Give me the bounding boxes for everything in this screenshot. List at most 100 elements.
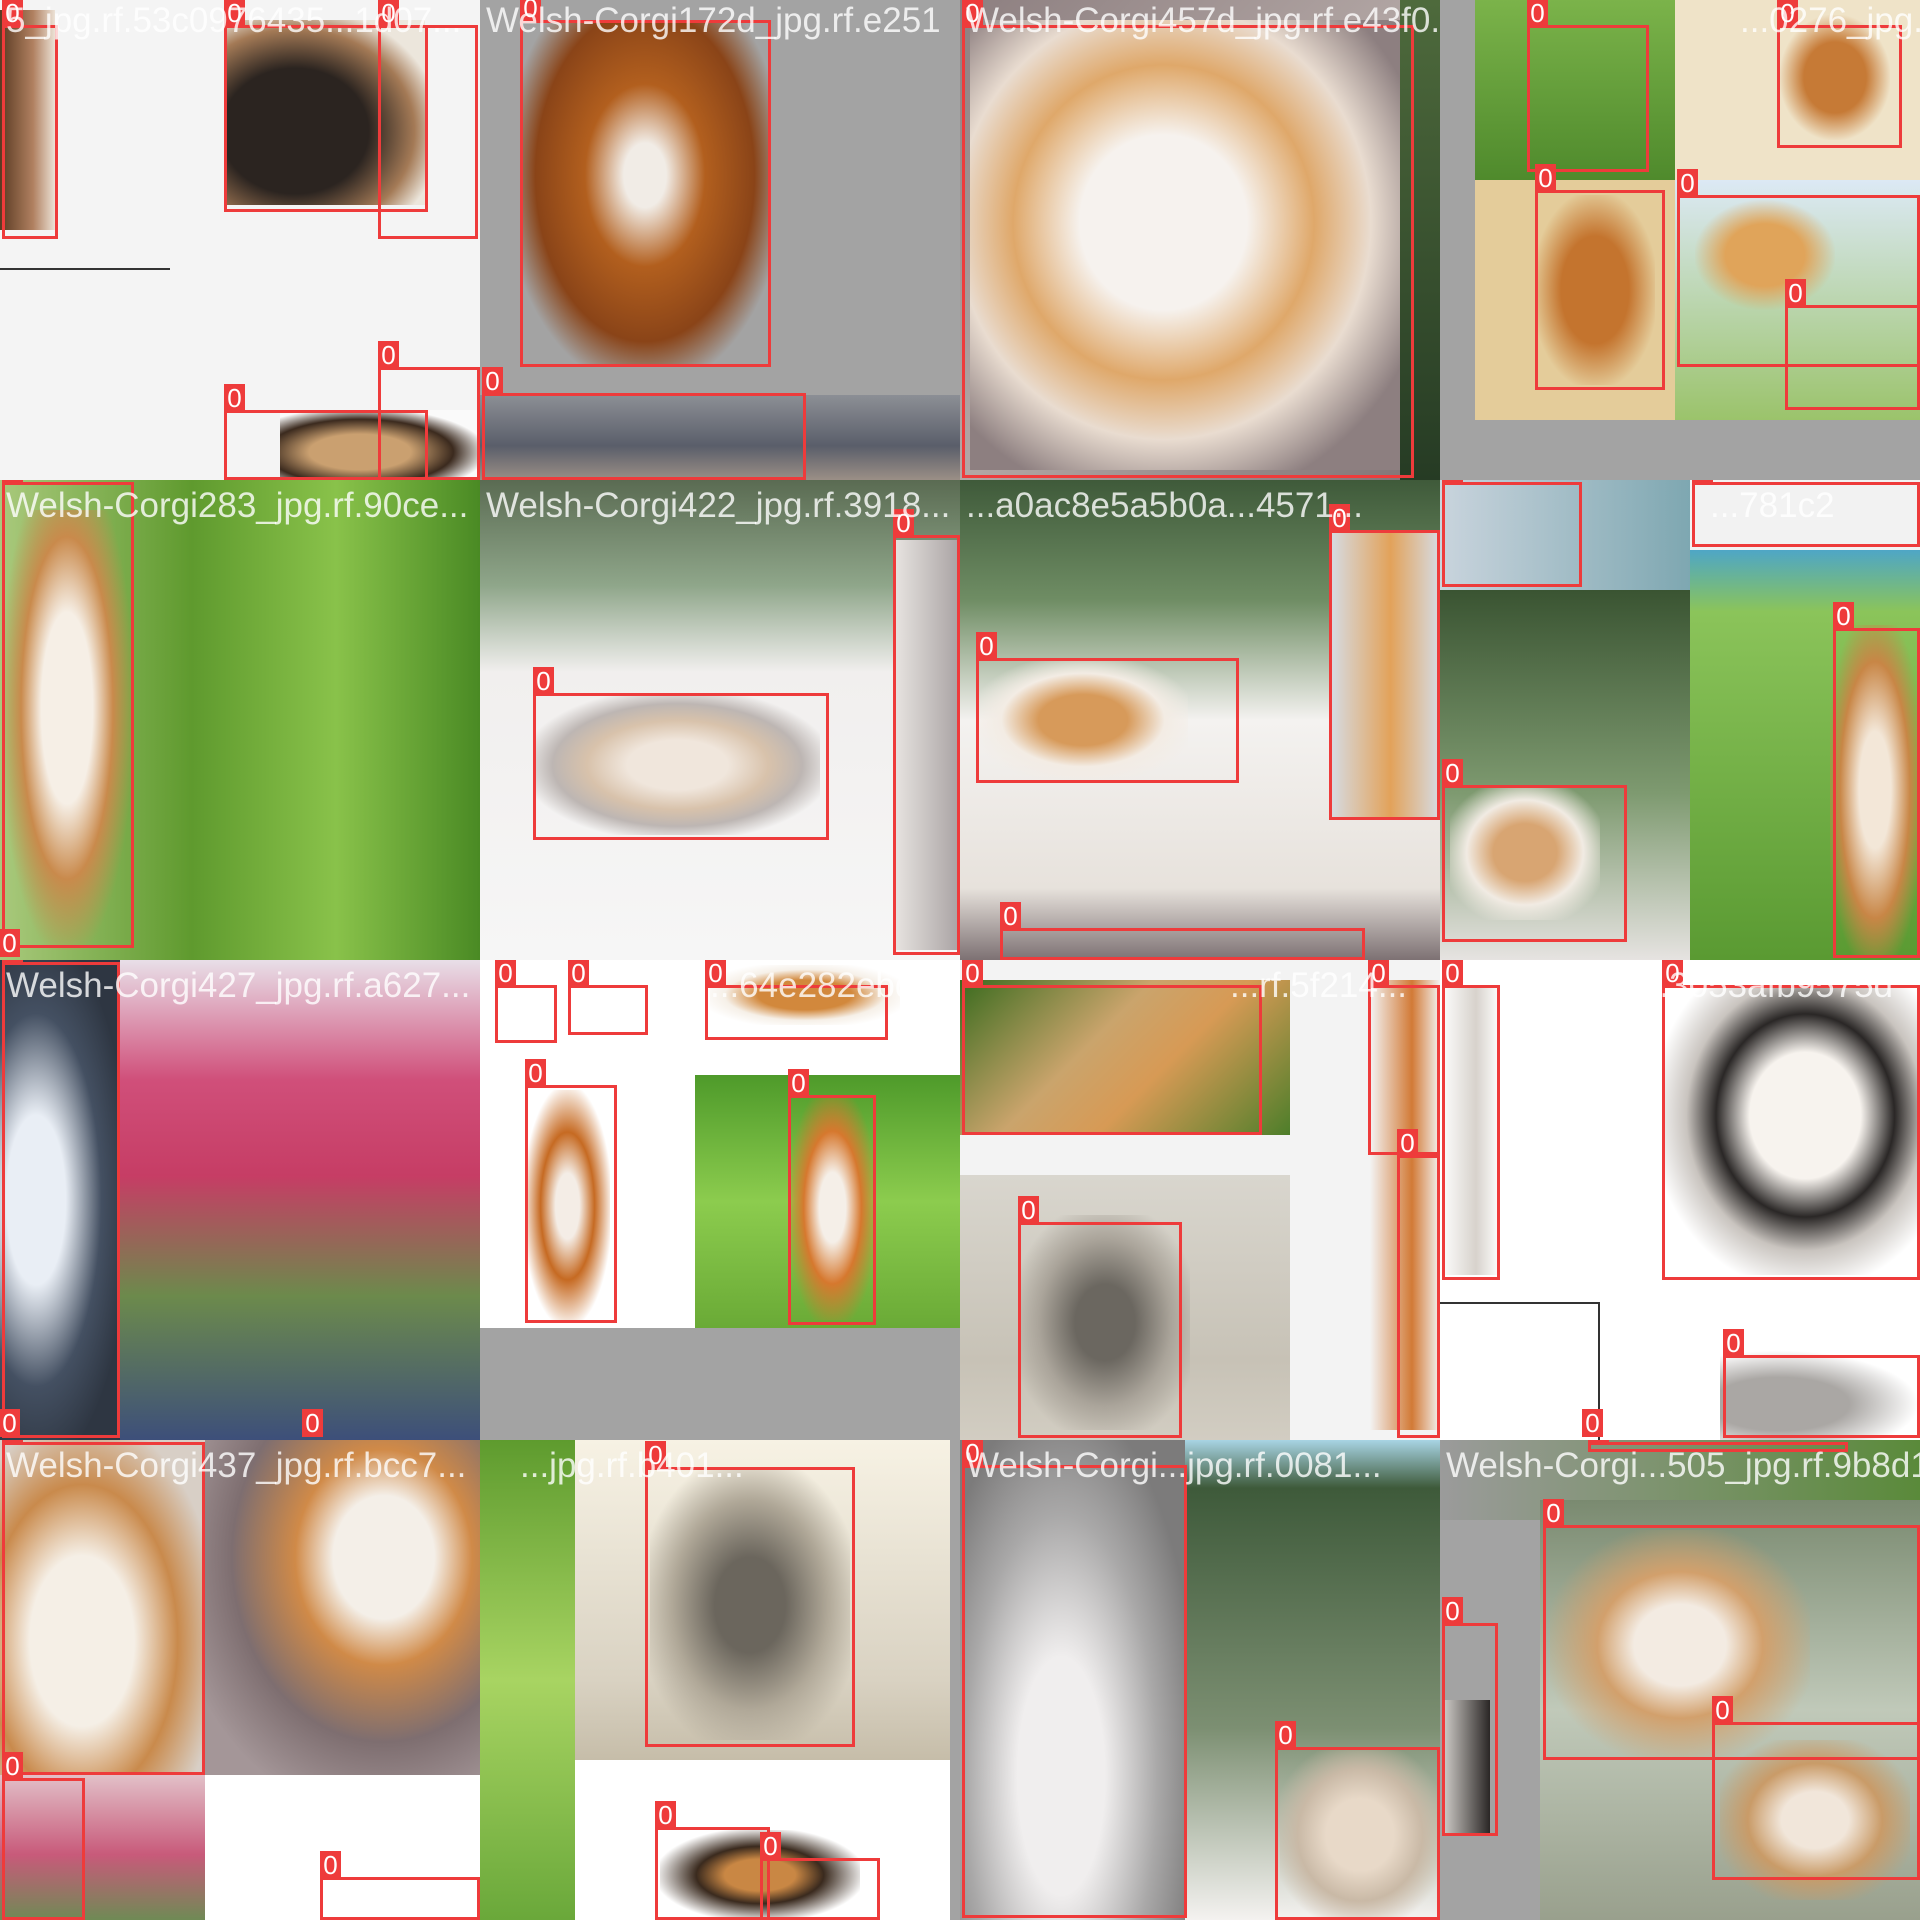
class-label: 0 <box>1723 1329 1744 1357</box>
bounding-box: 0 <box>1785 279 1920 410</box>
bounding-box: 0 <box>1777 0 1902 148</box>
detection-mosaic: 0 0 0 0 0 5_jpg.rf.53c0976435...1d07... … <box>0 0 1920 1920</box>
bounding-box: 0 <box>788 1069 876 1325</box>
class-label: 0 <box>378 0 399 27</box>
bounding-box: 0 <box>378 341 480 480</box>
class-label: 0 <box>533 667 554 695</box>
class-label: 0 <box>893 509 914 537</box>
bounding-box: 0 <box>705 960 888 1040</box>
class-label: 0 <box>962 960 983 987</box>
class-label: 0 <box>495 960 516 987</box>
bounding-box: 0 <box>1442 1597 1498 1836</box>
bounding-box: 0 <box>962 0 1414 478</box>
mosaic-tile: 0 0 0 0 0 0 ...0276_jpg.rf.e1fb6 <box>1440 0 1920 480</box>
class-label: 0 <box>378 341 399 369</box>
mosaic-tile: 0 Welsh-Corgi457d_jpg.rf.e43f0... <box>960 0 1440 480</box>
class-label: 0 <box>0 1409 20 1437</box>
class-label: 0 <box>1275 1721 1296 1749</box>
bounding-box: 0 <box>1000 902 1365 960</box>
class-label: 0 <box>645 1441 666 1469</box>
class-label: 0 <box>1368 960 1389 987</box>
class-label: 0 <box>568 960 589 987</box>
mosaic-tile: 0 0 0 0 0 ...64e282ebd9... <box>480 960 960 1440</box>
mosaic-tile: 0 0 0 0 Welsh-Corgi...505_jpg.rf.9b8d1d.… <box>1440 1440 1920 1920</box>
bounding-box: 0 <box>520 0 771 367</box>
mosaic-tile: 0 0 Welsh-Corgi172d_jpg.rf.e251 <box>480 0 960 480</box>
mosaic-tile: 0 0 0 0 ...3053afb9575d <box>1440 960 1920 1440</box>
class-label: 0 <box>1329 504 1350 532</box>
bounding-box: 0 <box>1397 1129 1440 1438</box>
bounding-box: 0 <box>2 480 134 948</box>
class-label: 0 <box>525 1059 546 1087</box>
bounding-box: 0 <box>1582 1409 1603 1440</box>
bounding-box: 0 <box>1588 1440 1848 1452</box>
class-label: 0 <box>1018 1196 1039 1224</box>
class-label: 0 <box>788 1069 809 1097</box>
bounding-box: 0 <box>760 1832 880 1920</box>
mosaic-tile: 0 0 Welsh-Corgi...jpg.rf.0081... <box>960 1440 1440 1920</box>
class-label: 0 <box>1785 279 1806 307</box>
class-label: 0 <box>1662 960 1683 987</box>
mosaic-tile: 0 0 0 Welsh-Corgi422_jpg.rf.3918... <box>480 480 960 960</box>
class-label: 0 <box>1442 480 1463 484</box>
class-label: 0 <box>2 960 23 964</box>
dog-photo <box>205 1440 480 1775</box>
bounding-box: 0 <box>568 960 648 1035</box>
class-label: 0 <box>520 0 541 22</box>
class-label: 0 <box>1692 480 1713 484</box>
bounding-box: 0 <box>1833 602 1920 958</box>
class-label: 0 <box>1442 1597 1463 1625</box>
class-label: 0 <box>2 0 23 27</box>
class-label: 0 <box>962 1440 983 1467</box>
dog-photo <box>0 268 170 270</box>
mosaic-tile: 0 0 0 ...jpg.rf.b401... <box>480 1440 960 1920</box>
class-label: 0 <box>1397 1129 1418 1157</box>
bounding-box: 0 <box>962 960 1262 1135</box>
class-label: 0 <box>2 480 23 484</box>
class-label: 0 <box>2 1752 23 1780</box>
class-label: 0 <box>976 632 997 660</box>
class-label: 0 <box>1582 1409 1603 1437</box>
bounding-box: 0 <box>2 960 120 1438</box>
bounding-box: 0 <box>645 1441 855 1747</box>
class-label: 0 <box>1543 1499 1564 1527</box>
bounding-box: 0 <box>1442 759 1627 942</box>
class-label: 0 <box>224 384 245 412</box>
bounding-box: 0 <box>495 960 557 1043</box>
mosaic-tile: 0 0 0 ...a0ac8e5a5b0a...4571... <box>960 480 1440 960</box>
bounding-box: 0 <box>1692 480 1920 547</box>
mosaic-tile: 0 0 0 0 0 5_jpg.rf.53c0976435...1d07... <box>0 0 480 480</box>
class-label: 0 <box>655 1801 676 1829</box>
class-label: 0 <box>1833 602 1854 630</box>
bounding-box: 0 <box>976 632 1239 783</box>
bounding-box: 0 <box>1018 1196 1182 1438</box>
class-label: 0 <box>482 367 503 395</box>
bounding-box: 0 <box>1329 504 1440 820</box>
mosaic-tile: 0 0 0 Welsh-Corgi437_jpg.rf.bcc7... <box>0 1440 480 1920</box>
class-label: 0 <box>962 0 983 27</box>
class-label: 0 <box>705 960 726 987</box>
bounding-box: 0 <box>320 1851 480 1920</box>
bounding-box: 0 <box>2 1440 205 1775</box>
class-label: 0 <box>1677 169 1698 197</box>
mosaic-tile: 0 0 Welsh-Corgi283_jpg.rf.90ce... <box>0 480 480 960</box>
class-label: 0 <box>302 1409 323 1437</box>
class-label: 0 <box>1442 960 1463 987</box>
mosaic-tile: 0 0 0 Welsh-Corgi427_jpg.rf.a627... <box>0 960 480 1440</box>
bounding-box: 0 <box>655 1801 770 1920</box>
mosaic-tile: 0 0 0 0 ...781c2 <box>1440 480 1920 960</box>
bounding-box: 0 <box>480 958 481 959</box>
class-label: 0 <box>1588 1440 1609 1444</box>
bounding-box: 0 <box>533 667 829 840</box>
bounding-box: 0 <box>1527 0 1649 172</box>
bounding-box: 0 <box>482 367 806 480</box>
dog-photo <box>480 1440 575 1920</box>
bounding-box: 0 <box>1442 960 1500 1280</box>
class-label: 0 <box>760 1832 781 1860</box>
bounding-box: 0 <box>525 1059 617 1323</box>
bounding-box: 0 <box>2 1752 85 1920</box>
bounding-box: 0 <box>1535 164 1665 390</box>
class-label: 0 <box>320 1851 341 1879</box>
class-label: 0 <box>1000 902 1021 930</box>
dog-photo <box>1440 1302 1600 1304</box>
